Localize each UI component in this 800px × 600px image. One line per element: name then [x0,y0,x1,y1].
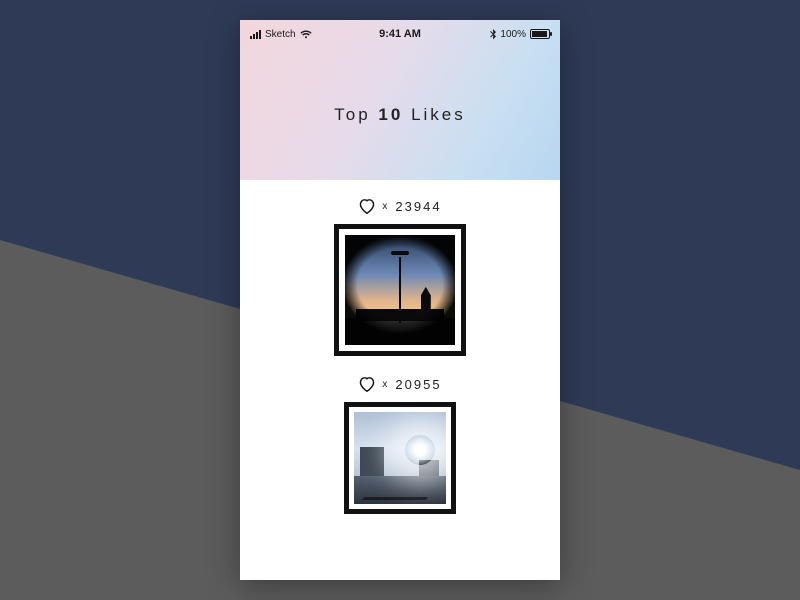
page-title: Top 10 Likes [240,105,560,125]
multiply-glyph: x [382,379,389,390]
photo-image [354,412,446,504]
post-card: x 23944 [334,198,466,356]
battery-icon [530,29,550,39]
photo-frame[interactable] [334,224,466,356]
content-scroll[interactable]: x 23944 [240,180,560,514]
likes-row: x 20955 [358,376,441,392]
title-number: 10 [378,105,403,124]
likes-count: 23944 [395,199,441,214]
heart-icon [358,376,376,392]
multiply-glyph: x [382,201,389,212]
title-prefix: Top [334,105,370,124]
likes-row: x 23944 [358,198,441,214]
title-suffix: Likes [411,105,466,124]
photo-image [345,235,455,345]
status-bar: Sketch 9:41 AM 100% [240,26,560,42]
design-canvas: Sketch 9:41 AM 100% Top 10 Likes [0,0,800,600]
post-card: x 20955 [344,376,456,514]
phone-frame: Sketch 9:41 AM 100% Top 10 Likes [240,20,560,580]
photo-frame[interactable] [344,402,456,514]
heart-icon [358,198,376,214]
app-header: Sketch 9:41 AM 100% Top 10 Likes [240,20,560,180]
clock: 9:41 AM [240,28,560,40]
likes-count: 20955 [395,377,441,392]
